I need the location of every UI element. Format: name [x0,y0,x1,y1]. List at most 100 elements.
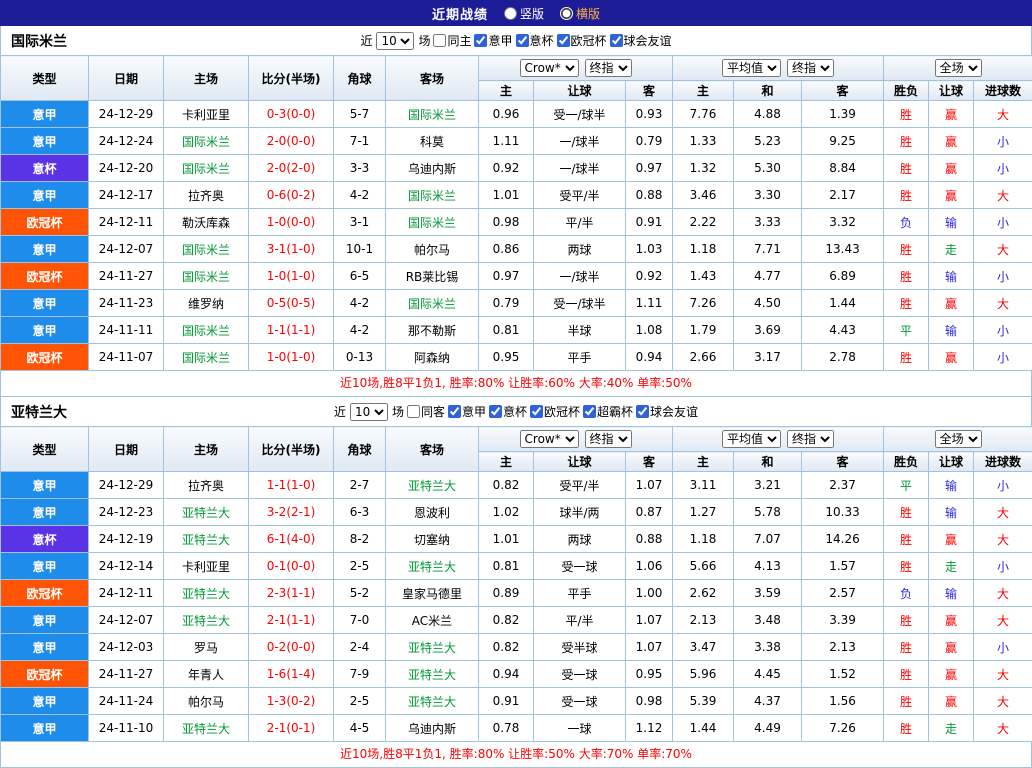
recent-count-select[interactable]: 10 [350,403,388,421]
odds-home: 0.95 [479,344,534,371]
result-goals: 大 [974,290,1032,317]
away-team[interactable]: 亚特兰大 [386,472,479,499]
scope-select[interactable]: 全场 [935,430,982,448]
home-team[interactable]: 亚特兰大 [164,607,249,634]
away-team[interactable]: 国际米兰 [386,182,479,209]
filter-checkbox[interactable]: 同客 [407,403,445,420]
home-team[interactable]: 国际米兰 [164,128,249,155]
odds-home: 1.02 [479,499,534,526]
away-team[interactable]: 乌迪内斯 [386,155,479,182]
filter-checkbox[interactable]: 欧冠杯 [530,403,580,420]
home-team[interactable]: 亚特兰大 [164,580,249,607]
filter-checkbox[interactable]: 意杯 [489,403,527,420]
filter-checkbox-input[interactable] [530,405,543,418]
filter-checkbox[interactable]: 同主 [433,32,471,49]
filter-checkbox-label: 欧冠杯 [571,32,607,49]
odds-handicap: 一/球半 [534,155,626,182]
filter-checkbox-input[interactable] [407,405,420,418]
home-team[interactable]: 勒沃库森 [164,209,249,236]
avg-away: 9.25 [802,128,884,155]
filter-checkbox-label: 球会友谊 [650,403,698,420]
away-team[interactable]: 国际米兰 [386,209,479,236]
scope-select[interactable]: 全场 [935,59,982,77]
away-team[interactable]: 皇家马德里 [386,580,479,607]
vertical-radio-input[interactable] [504,7,517,20]
home-team[interactable]: 罗马 [164,634,249,661]
score: 2-1(1-1) [249,607,334,634]
away-team[interactable]: 恩波利 [386,499,479,526]
filter-checkbox-input[interactable] [489,405,502,418]
recent-count-select[interactable]: 10 [376,32,414,50]
league-badge: 欧冠杯 [1,344,89,371]
filter-checkbox-input[interactable] [557,34,570,47]
filter-checkbox-input[interactable] [636,405,649,418]
away-team[interactable]: 国际米兰 [386,290,479,317]
layout-radio-vertical[interactable]: 竖版 [504,5,544,22]
home-team[interactable]: 国际米兰 [164,155,249,182]
odds-final-select[interactable]: 终指 [585,430,632,448]
home-team[interactable]: 国际米兰 [164,236,249,263]
result-outcome: 胜 [884,688,929,715]
home-team[interactable]: 年青人 [164,661,249,688]
avg-home: 5.66 [673,553,734,580]
away-team[interactable]: 阿森纳 [386,344,479,371]
layout-radio-horizontal[interactable]: 横版 [560,5,600,22]
home-team[interactable]: 亚特兰大 [164,526,249,553]
filter-checkbox[interactable]: 意甲 [474,32,512,49]
away-team[interactable]: 亚特兰大 [386,688,479,715]
filter-checkbox-input[interactable] [583,405,596,418]
score: 0-2(0-0) [249,634,334,661]
average-select[interactable]: 平均值 [722,59,781,77]
home-team[interactable]: 维罗纳 [164,290,249,317]
odds-company-select[interactable]: Crow* [520,430,579,448]
filter-checkbox-label: 超霸杯 [597,403,633,420]
home-team[interactable]: 亚特兰大 [164,715,249,742]
home-team[interactable]: 国际米兰 [164,263,249,290]
away-team[interactable]: 那不勒斯 [386,317,479,344]
filter-checkbox-input[interactable] [433,34,446,47]
home-team[interactable]: 卡利亚里 [164,553,249,580]
filter-checkbox[interactable]: 欧冠杯 [557,32,607,49]
odds-final-select[interactable]: 终指 [585,59,632,77]
filter-checkbox-input[interactable] [610,34,623,47]
avg-draw: 3.30 [734,182,802,209]
away-team[interactable]: 切塞纳 [386,526,479,553]
home-team[interactable]: 卡利亚里 [164,101,249,128]
average-final-select[interactable]: 终指 [787,59,834,77]
league-badge: 欧冠杯 [1,209,89,236]
odds-home: 1.01 [479,526,534,553]
away-team[interactable]: RB莱比锡 [386,263,479,290]
odds-away: 1.00 [626,580,673,607]
away-team[interactable]: 亚特兰大 [386,661,479,688]
filter-checkbox[interactable]: 球会友谊 [636,403,698,420]
avg-home: 1.79 [673,317,734,344]
away-team[interactable]: 乌迪内斯 [386,715,479,742]
filter-checkbox[interactable]: 意甲 [448,403,486,420]
match-row: 意甲 24-11-24 帕尔马 1-3(0-2) 2-5 亚特兰大 0.91 受… [1,688,1032,715]
odds-home: 0.81 [479,553,534,580]
odds-company-select[interactable]: Crow* [520,59,579,77]
home-team[interactable]: 拉齐奥 [164,182,249,209]
filter-checkbox[interactable]: 意杯 [516,32,554,49]
away-team[interactable]: 帕尔马 [386,236,479,263]
home-team[interactable]: 国际米兰 [164,344,249,371]
filter-checkbox-input[interactable] [474,34,487,47]
away-team[interactable]: AC米兰 [386,607,479,634]
home-team[interactable]: 拉齐奥 [164,472,249,499]
average-select[interactable]: 平均值 [722,430,781,448]
home-team[interactable]: 国际米兰 [164,317,249,344]
horizontal-radio-input[interactable] [560,7,573,20]
team-name: 国际米兰 [11,26,67,55]
away-team[interactable]: 科莫 [386,128,479,155]
average-final-select[interactable]: 终指 [787,430,834,448]
away-team[interactable]: 亚特兰大 [386,634,479,661]
filter-checkbox[interactable]: 球会友谊 [610,32,672,49]
filter-checkbox-input[interactable] [448,405,461,418]
filter-checkbox-input[interactable] [516,34,529,47]
filter-checkbox[interactable]: 超霸杯 [583,403,633,420]
away-team[interactable]: 亚特兰大 [386,553,479,580]
home-team[interactable]: 帕尔马 [164,688,249,715]
away-team[interactable]: 国际米兰 [386,101,479,128]
home-team[interactable]: 亚特兰大 [164,499,249,526]
corners: 5-2 [334,580,386,607]
